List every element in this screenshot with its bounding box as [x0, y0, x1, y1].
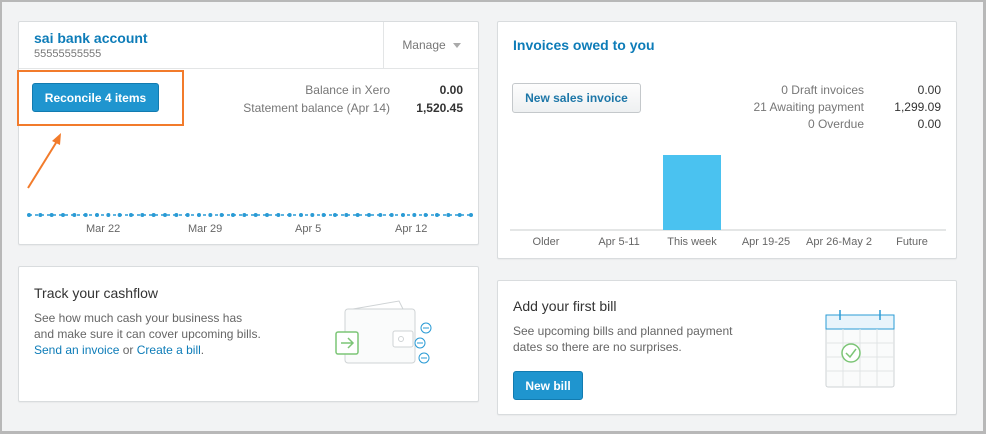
- cashflow-card: Track your cashflow See how much cash yo…: [18, 266, 479, 402]
- balance-point: [412, 213, 417, 217]
- reconcile-button[interactable]: Reconcile 4 items: [32, 83, 159, 112]
- new-bill-button[interactable]: New bill: [513, 371, 583, 400]
- bill-title: Add your first bill: [513, 298, 617, 314]
- statement-balance-value: 1,520.45: [416, 101, 463, 115]
- invoices-card: Invoices owed to you New sales invoice 0…: [497, 21, 957, 259]
- balance-point: [242, 213, 247, 217]
- balance-point: [401, 213, 405, 217]
- chevron-down-icon: [452, 42, 461, 48]
- balance-point: [106, 213, 111, 217]
- balance-point: [253, 213, 258, 217]
- balance-point: [344, 213, 349, 217]
- axis-label-mar29: Mar 29: [188, 223, 223, 235]
- balance-point: [185, 213, 190, 217]
- balance-point: [83, 213, 88, 217]
- balance-point: [469, 213, 473, 217]
- balance-point: [27, 213, 31, 217]
- annotation-arrow-icon: [27, 133, 61, 189]
- balance-point: [321, 213, 326, 217]
- bar-2[interactable]: [663, 155, 721, 230]
- wallet-icon: [335, 300, 432, 364]
- balance-point: [446, 213, 451, 217]
- bar-label-4: Apr 26-May 2: [805, 236, 873, 248]
- bar-label-3: Apr 19-25: [741, 236, 791, 248]
- bill-line1: See upcoming bills and planned payment: [513, 324, 733, 338]
- or-text: or: [122, 343, 134, 357]
- bill-card: Add your first bill See upcoming bills a…: [497, 280, 957, 415]
- cashflow-line2: and make sure it can cover upcoming bill…: [34, 327, 261, 341]
- manage-label: Manage: [402, 38, 446, 52]
- bank-account-card: sai bank account 55555555555 Manage Reco…: [17, 21, 479, 245]
- send-invoice-link[interactable]: Send an invoice: [34, 343, 119, 357]
- balance-point: [219, 213, 224, 217]
- axis-label-mar22: Mar 22: [86, 223, 121, 235]
- balance-point: [457, 213, 462, 217]
- balance-point: [265, 213, 269, 217]
- balance-point: [333, 213, 337, 217]
- balance-point: [208, 213, 213, 217]
- balance-point: [151, 213, 156, 217]
- balance-point: [435, 213, 439, 217]
- card-header-divider: [19, 68, 478, 69]
- period-text: .: [200, 343, 205, 357]
- manage-dropdown[interactable]: Manage: [383, 22, 479, 68]
- balance-point: [310, 213, 315, 217]
- bar-label-1: Apr 5-11: [598, 236, 640, 248]
- account-number: 55555555555: [34, 48, 102, 60]
- balance-point: [174, 213, 179, 217]
- calendar-icon: [825, 310, 895, 388]
- balance-point: [276, 213, 281, 217]
- balance-point: [72, 213, 77, 217]
- axis-label-apr5: Apr 5: [295, 223, 322, 235]
- balance-point: [129, 213, 133, 217]
- balance-point: [367, 213, 371, 217]
- statement-balance-label: Statement balance (Apr 14): [243, 101, 390, 115]
- invoices-bar-chart: [510, 155, 946, 231]
- balance-point: [378, 213, 383, 217]
- balance-point: [163, 213, 167, 217]
- bar-label-2: This week: [667, 236, 717, 248]
- balance-point: [140, 213, 145, 217]
- bar-label-5: Future: [896, 236, 928, 248]
- axis-label-apr12: Apr 12: [395, 223, 428, 235]
- cashflow-title: Track your cashflow: [34, 285, 158, 301]
- create-bill-link[interactable]: Create a bill: [137, 343, 201, 357]
- balance-point: [38, 213, 43, 217]
- balance-xero-value: 0.00: [439, 83, 463, 97]
- balance-point: [61, 213, 65, 217]
- balance-point: [231, 213, 235, 217]
- balance-point: [299, 213, 303, 217]
- balance-point: [287, 213, 292, 217]
- balance-point: [197, 213, 201, 217]
- bank-account-title[interactable]: sai bank account: [34, 30, 148, 46]
- balance-point: [117, 213, 122, 217]
- balance-xero-label: Balance in Xero: [305, 83, 390, 97]
- balance-point: [49, 213, 54, 217]
- balance-point: [95, 213, 99, 217]
- balance-point: [355, 213, 360, 217]
- bar-label-0: Older: [532, 236, 560, 248]
- cashflow-line1: See how much cash your business has: [34, 311, 243, 325]
- cashflow-line3: Send an invoice or Create a bill.: [34, 343, 204, 357]
- bill-line2: dates so there are no surprises.: [513, 340, 682, 354]
- balance-point: [389, 213, 394, 217]
- balance-point: [423, 213, 428, 217]
